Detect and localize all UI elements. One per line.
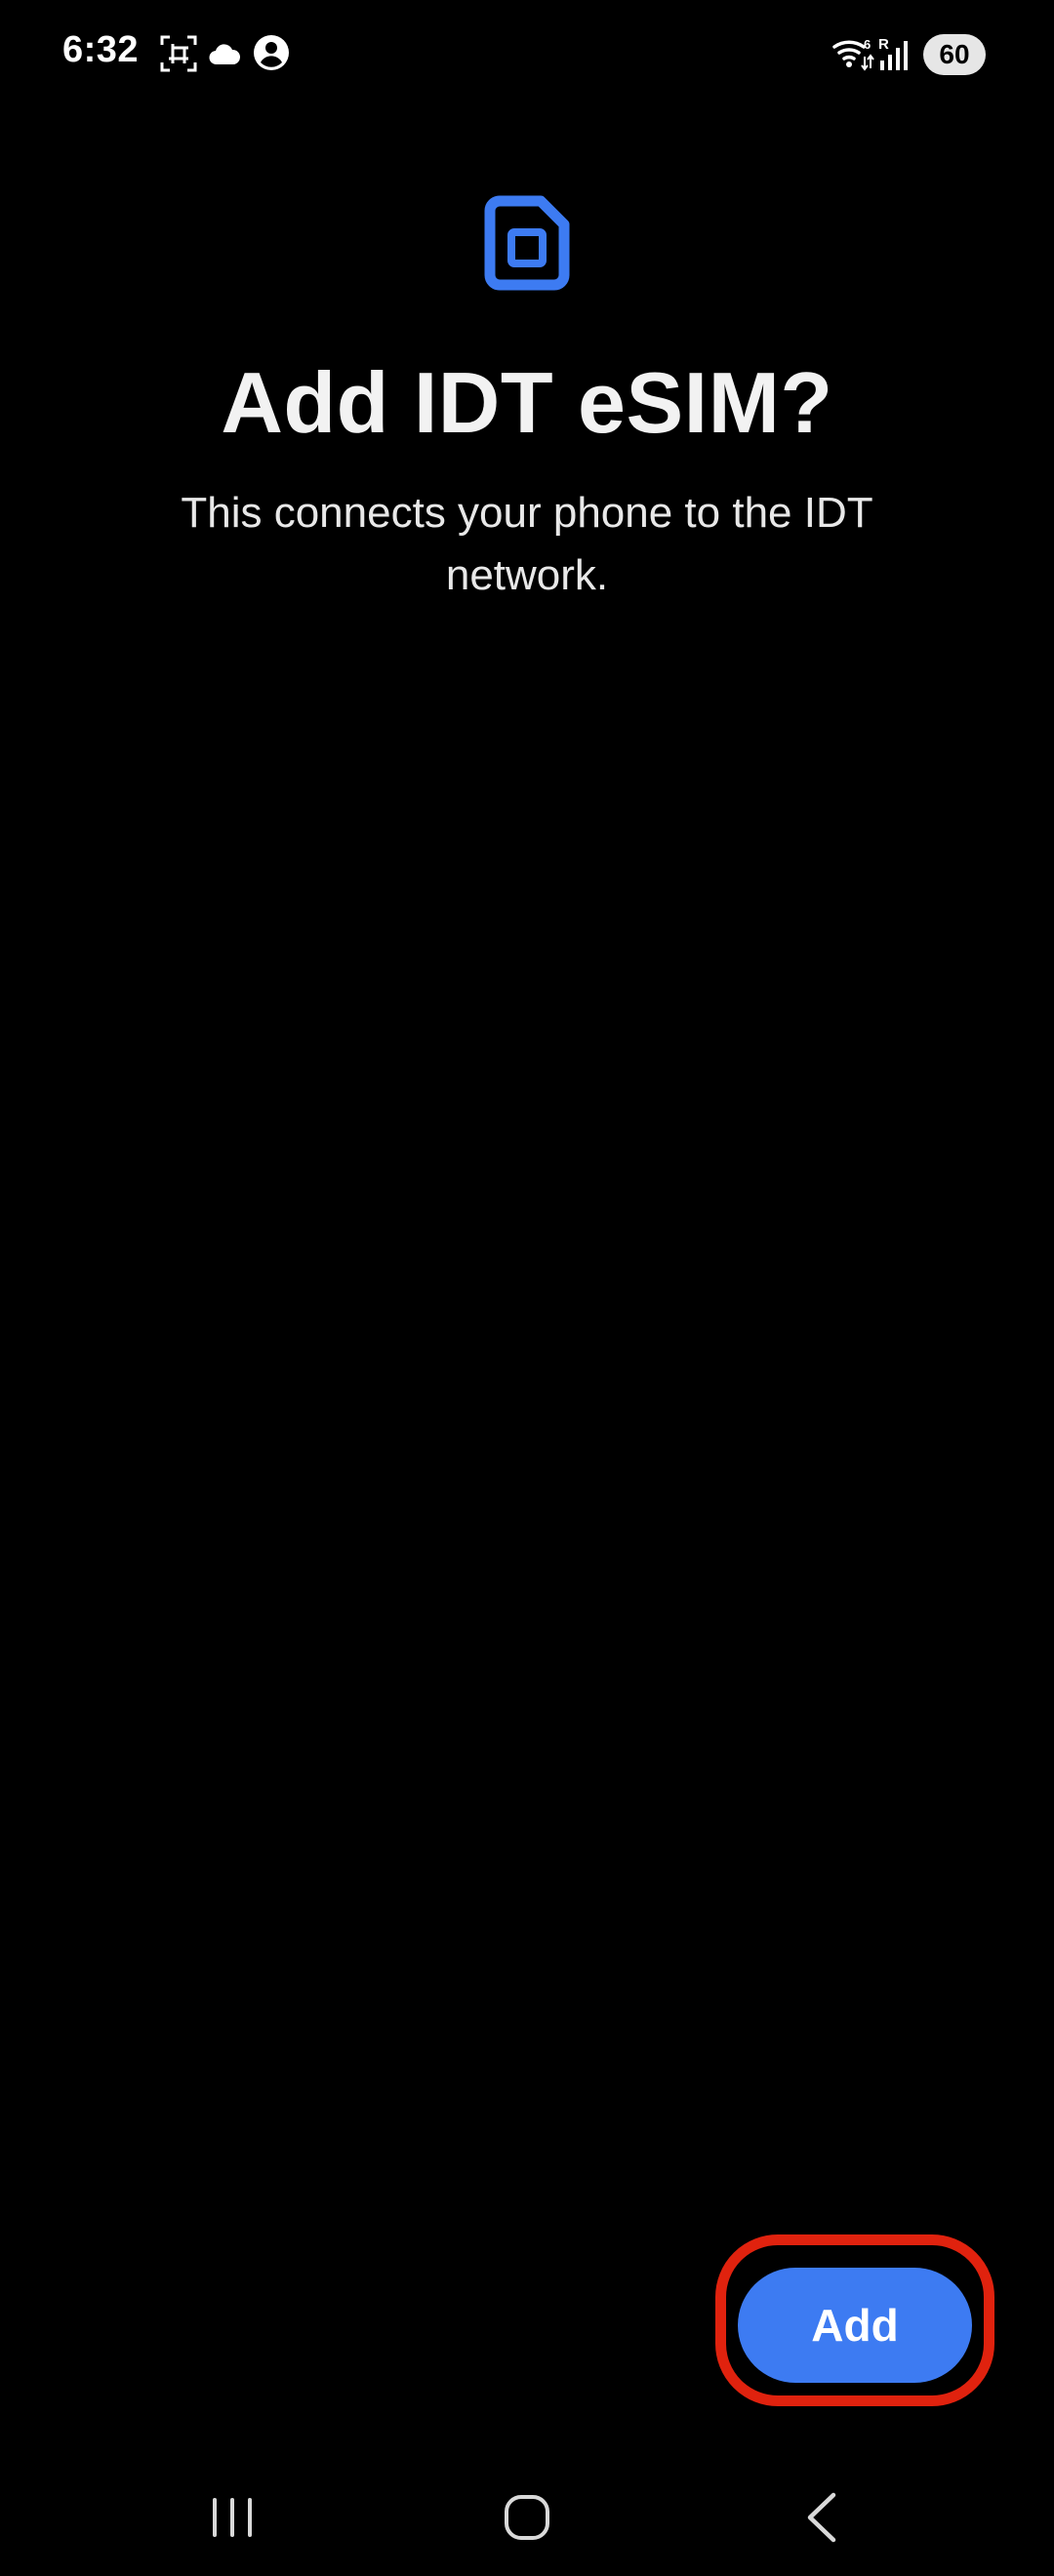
navigation-bar	[0, 2439, 1054, 2576]
signal-icon: R	[878, 36, 908, 70]
back-button[interactable]	[763, 2469, 880, 2566]
back-icon	[807, 2492, 836, 2543]
home-icon	[505, 2495, 549, 2540]
page-description: This connects your phone to the IDT netw…	[181, 489, 873, 599]
sim-card-icon	[484, 195, 570, 291]
status-bar: 6:32 6 R 60	[0, 0, 1054, 113]
svg-text:6: 6	[864, 37, 871, 52]
svg-text:R: R	[878, 36, 889, 53]
page-title: Add IDT eSIM?	[221, 354, 833, 451]
status-time: 6:32	[62, 29, 140, 70]
screen: 6:32 6 R 60 Add IDT eSIM? This connects …	[0, 0, 1054, 2576]
wifi-icon: 6	[832, 37, 874, 71]
account-icon	[254, 35, 289, 70]
add-button[interactable]: Add	[738, 2268, 972, 2383]
screenshot-icon	[160, 35, 197, 72]
recents-button[interactable]	[174, 2469, 291, 2566]
cloud-icon	[209, 44, 240, 64]
recents-icon	[213, 2498, 252, 2537]
battery-indicator: 60	[923, 34, 986, 75]
home-button[interactable]	[468, 2469, 586, 2566]
